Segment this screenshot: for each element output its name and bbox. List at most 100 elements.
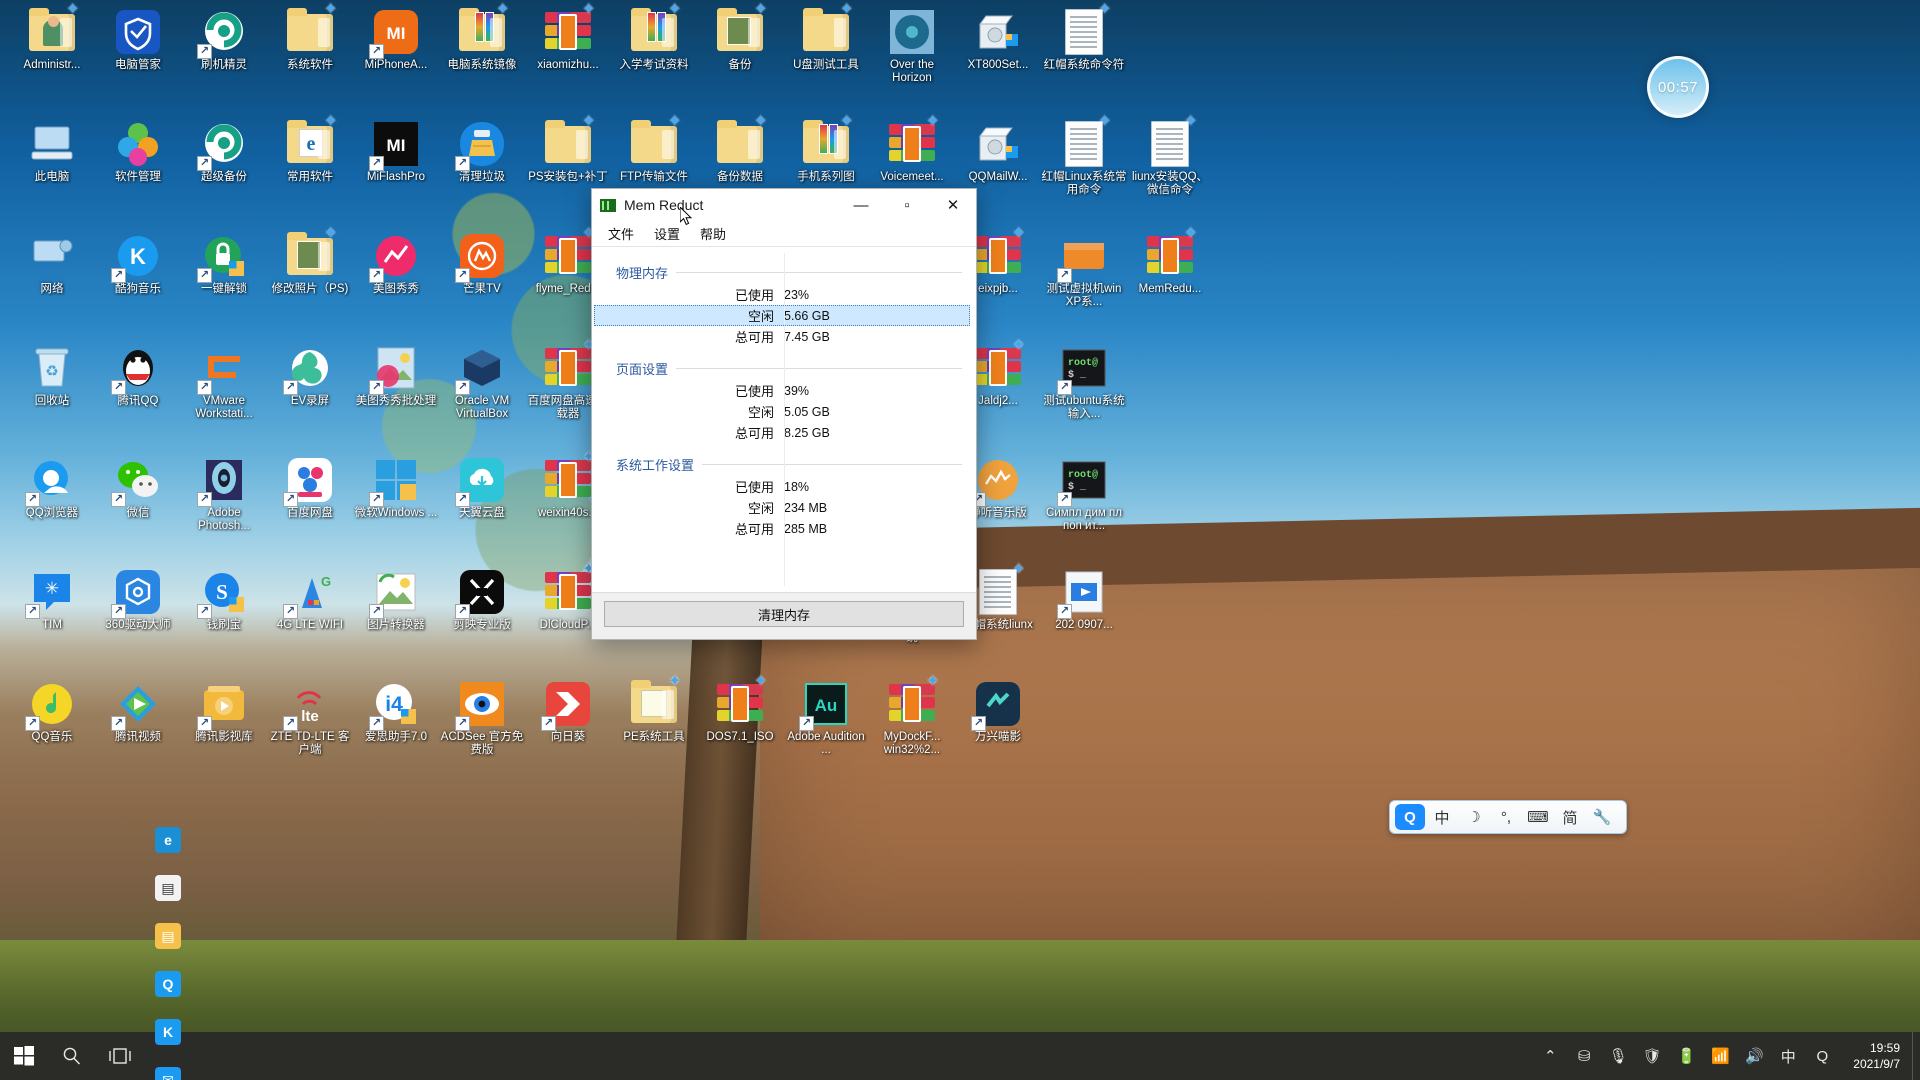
tray-ime-icon[interactable]: 中 — [1771, 1032, 1805, 1080]
desktop-icon[interactable]: ✦ DOS7.1_ISO — [697, 674, 783, 744]
desktop-icon[interactable]: 电脑管家 — [95, 8, 181, 72]
ime-chinese-mode[interactable]: 中 — [1427, 804, 1457, 830]
desktop-icon[interactable]: Au ↗ Adobe Audition ... — [783, 680, 869, 757]
desktop-icon[interactable]: ↗ QQ音乐 — [9, 680, 95, 744]
memory-stat-row[interactable]: 已使用 23% — [606, 284, 962, 305]
desktop-icon[interactable]: ↗ VMware Workstati... — [181, 344, 267, 421]
desktop-icon[interactable]: ↗ 清理垃圾 — [439, 120, 525, 184]
desktop-icon[interactable]: ↗ 美图秀秀 — [353, 232, 439, 296]
qq-ime-logo-icon[interactable]: Q — [1395, 804, 1425, 830]
desktop-icon[interactable]: ✦ 备份数据 — [697, 114, 783, 184]
tray-battery-icon[interactable]: 🔋 — [1669, 1032, 1703, 1080]
desktop-icon[interactable]: QQMailW... — [955, 120, 1041, 184]
maximize-button[interactable]: ▫ — [884, 189, 930, 221]
desktop-icon[interactable]: ✦ PS安装包+补丁 — [525, 114, 611, 184]
search-icon[interactable] — [48, 1032, 96, 1080]
desktop-icon[interactable]: e ✦ 常用软件 — [267, 114, 353, 184]
memory-stat-row[interactable]: 已使用 18% — [606, 476, 962, 497]
desktop-icon[interactable]: ↗ 向日葵 — [525, 680, 611, 744]
desktop-icon[interactable]: i4 ↗ 爱思助手7.0 — [353, 680, 439, 744]
desktop-icon[interactable]: ↗ 百度网盘 — [267, 456, 353, 520]
desktop-icon[interactable]: ↗ 天翼云盘 — [439, 456, 525, 520]
desktop-icon[interactable]: ✦ 红帽系统命令符 — [1041, 2, 1127, 72]
desktop-icon[interactable]: ✦ PE系统工具 — [611, 674, 697, 744]
desktop-icon[interactable]: root@ $ _ ↗ Симпл дим пл поп ит... — [1041, 456, 1127, 533]
minimize-button[interactable]: — — [838, 189, 884, 221]
taskbar-kugou[interactable]: K — [144, 1008, 192, 1056]
ime-keyboard-icon[interactable]: ⌨ — [1523, 804, 1553, 830]
desktop-icon[interactable]: ✳ ↗ TIM — [9, 568, 95, 632]
taskbar-explorer[interactable]: ▤ — [144, 912, 192, 960]
tray-volume-icon[interactable]: 🔊 — [1737, 1032, 1771, 1080]
tray-microphone-icon[interactable]: 🎙 — [1601, 1032, 1635, 1080]
desktop-icon[interactable]: S ↗ 钱刷宝 — [181, 568, 267, 632]
window-controls[interactable]: — ▫ ✕ — [838, 189, 976, 221]
ime-punctuation-icon[interactable]: °, — [1491, 804, 1521, 830]
desktop-icon[interactable]: ↗ 微软Windows ... — [353, 456, 439, 520]
desktop-icon[interactable]: 软件管理 — [95, 120, 181, 184]
memory-stat-row[interactable]: 总可用 8.25 GB — [606, 422, 962, 443]
clean-memory-button[interactable]: 清理内存 — [604, 601, 964, 627]
taskbar-edge[interactable]: e — [144, 816, 192, 864]
taskbar-qq-browser[interactable]: Q — [144, 960, 192, 1008]
ime-toolbar[interactable]: Q 中 ☽ °, ⌨ 简 🔧 — [1389, 800, 1627, 834]
desktop-icon[interactable]: 此电脑 — [9, 120, 95, 184]
desktop-icon[interactable]: 网络 — [9, 232, 95, 296]
desktop-icon[interactable]: ✦ MemRedu... — [1127, 226, 1213, 296]
taskbar-clock[interactable]: 19:59 2021/9/7 — [1845, 1040, 1912, 1072]
desktop-icon[interactable]: XT800Set... — [955, 8, 1041, 72]
desktop-icon[interactable]: ✦ xiaomizhu... — [525, 2, 611, 72]
desktop-icon[interactable]: ↗ ACDSee 官方免费版 — [439, 680, 525, 757]
mem-reduct-titlebar[interactable]: Mem Reduct — ▫ ✕ — [592, 189, 976, 226]
desktop-icon[interactable]: Over the Horizon — [869, 8, 955, 85]
desktop-icon[interactable]: ↗ 美图秀秀批处理 — [353, 344, 439, 408]
desktop-icon[interactable]: ✦ Administr... — [9, 2, 95, 72]
taskbar-mail[interactable]: ✉ — [144, 1056, 192, 1080]
task-view-icon[interactable] — [96, 1032, 144, 1080]
desktop-icon[interactable]: ↗ EV录屏 — [267, 344, 353, 408]
desktop-icon[interactable]: ↗ 腾讯QQ — [95, 344, 181, 408]
desktop-icon[interactable]: ↗ 万兴喵影 — [955, 680, 1041, 744]
desktop-icon[interactable]: ✦ U盘测试工具 — [783, 2, 869, 72]
desktop-icon[interactable]: ↗ 360驱动大师 — [95, 568, 181, 632]
desktop-icon[interactable]: ✦ Voicemeet... — [869, 114, 955, 184]
taskbar-left[interactable]: e▤▤QK✉M▦▮☁ — [0, 827, 192, 1080]
tray-wifi-icon[interactable]: 📶 — [1703, 1032, 1737, 1080]
desktop[interactable]: ✦ Administr... 电脑管家 ↗ 刷机精灵 ✦ 系统软件 MI ↗ MiPhoneA..… — [0, 0, 1920, 1080]
desktop-clock-widget[interactable]: 00:57 — [1647, 56, 1709, 118]
desktop-icon[interactable]: ✦ 红帽Linux系统常用命令 — [1041, 114, 1127, 197]
desktop-icon[interactable]: K ↗ 酷狗音乐 — [95, 232, 181, 296]
desktop-icon[interactable]: ✦ 修改照片（PS) — [267, 226, 353, 296]
close-button[interactable]: ✕ — [930, 189, 976, 221]
start-button[interactable] — [0, 1032, 48, 1080]
desktop-icon[interactable]: ↗ Oracle VM VirtualBox — [439, 344, 525, 421]
ime-toolbox-icon[interactable]: 🔧 — [1587, 804, 1617, 830]
desktop-icon[interactable]: ↗ 超级备份 — [181, 120, 267, 184]
memory-stat-row[interactable]: 总可用 7.45 GB — [606, 326, 962, 347]
mem-reduct-window[interactable]: Mem Reduct — ▫ ✕ 文件 设置 帮助 物理内存 已使用 23% 空闲 5.… — [591, 188, 977, 640]
desktop-icon[interactable]: ✦ 手机系列图 — [783, 114, 869, 184]
memory-stat-row[interactable]: 总可用 285 MB — [606, 518, 962, 539]
menu-item-settings[interactable]: 设置 — [646, 222, 688, 245]
desktop-icon[interactable]: ♻ 回收站 — [9, 344, 95, 408]
tray-chevron-up-icon[interactable]: ⌃ — [1533, 1032, 1567, 1080]
menu-item-help[interactable]: 帮助 — [692, 222, 734, 245]
taskbar-store[interactable]: ▤ — [144, 864, 192, 912]
tray-pcmanager-icon[interactable]: 🛡 — [1635, 1032, 1669, 1080]
desktop-icon[interactable]: ✦ liunx安装QQ、微信命令 — [1127, 114, 1213, 197]
memory-stat-row[interactable]: 空闲 5.05 GB — [606, 401, 962, 422]
memory-stat-row[interactable]: 空闲 234 MB — [606, 497, 962, 518]
memory-stat-row[interactable]: 空闲 5.66 GB — [594, 305, 970, 326]
tray-usb-icon[interactable]: ⛁ — [1567, 1032, 1601, 1080]
desktop-icon[interactable]: ✦ 系统软件 — [267, 2, 353, 72]
desktop-icon[interactable]: ✦ MyDockF... win32%2... — [869, 674, 955, 757]
desktop-icon[interactable]: ✦ 入学考试资料 — [611, 2, 697, 72]
desktop-icon[interactable]: ↗ 图片转换器 — [353, 568, 439, 632]
desktop-icon[interactable]: G ↗ 4G LTE WIFI — [267, 568, 353, 632]
desktop-icon[interactable]: ↗ 一键解锁 — [181, 232, 267, 296]
memory-stat-row[interactable]: 已使用 39% — [606, 380, 962, 401]
desktop-icon[interactable]: ✦ 电脑系统镜像 — [439, 2, 525, 72]
desktop-icon[interactable]: ↗ 腾讯视频 — [95, 680, 181, 744]
desktop-icon[interactable]: ↗ 刷机精灵 — [181, 8, 267, 72]
show-desktop-button[interactable] — [1912, 1032, 1920, 1080]
